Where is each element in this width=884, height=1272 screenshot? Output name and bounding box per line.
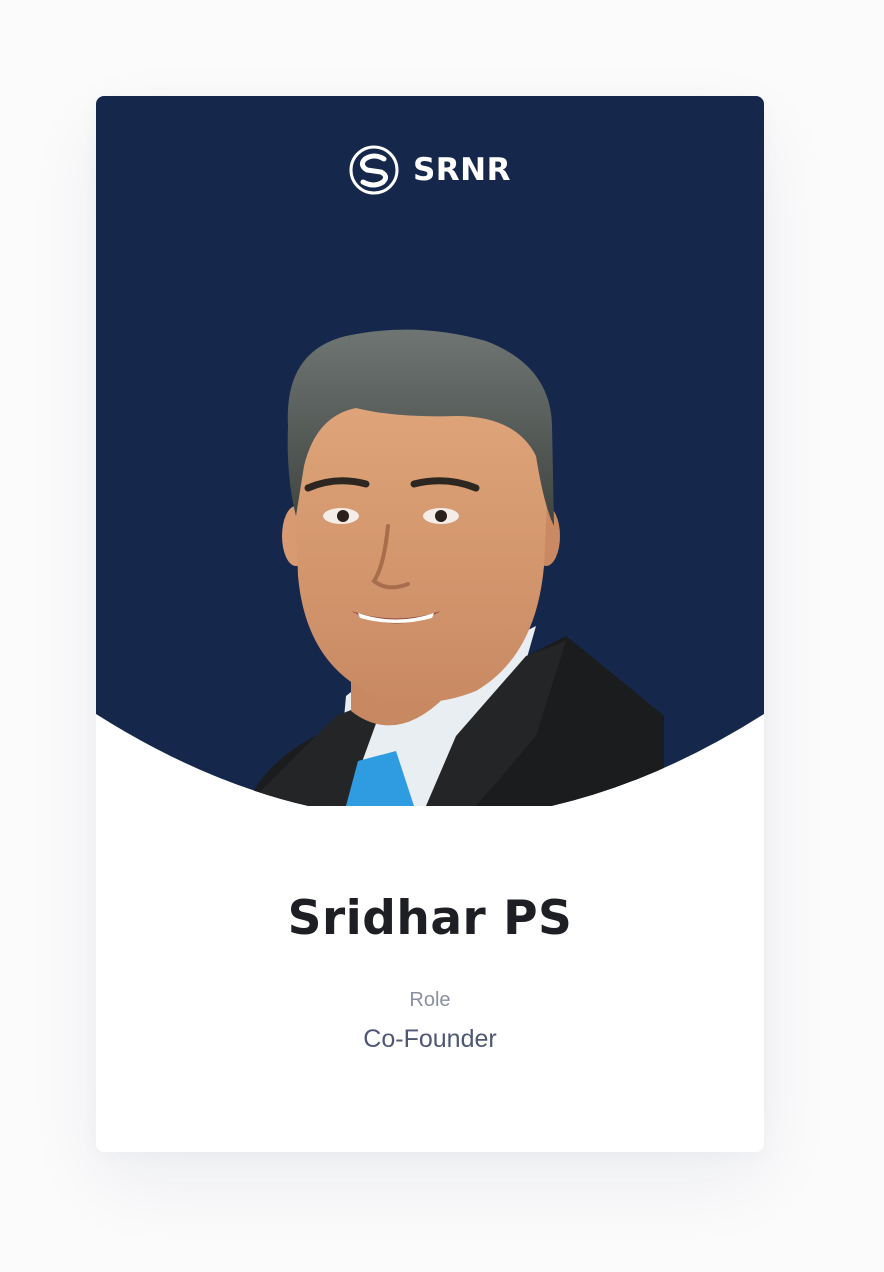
profile-name: Sridhar PS [287, 891, 573, 946]
brand-name: SRNR [412, 152, 511, 188]
role-value: Co-Founder [363, 1025, 497, 1053]
profile-hero: SRNR [96, 96, 764, 806]
hero-illustration [96, 96, 764, 806]
profile-card: SRNR Sridhar PS Role Co-Founder [96, 96, 764, 1152]
page-background: SRNR Sridhar PS Role Co-Founder [0, 0, 884, 1272]
brand-header: SRNR [96, 145, 764, 195]
srnr-s-logo-icon [349, 145, 399, 195]
role-label: Role [409, 989, 451, 1011]
